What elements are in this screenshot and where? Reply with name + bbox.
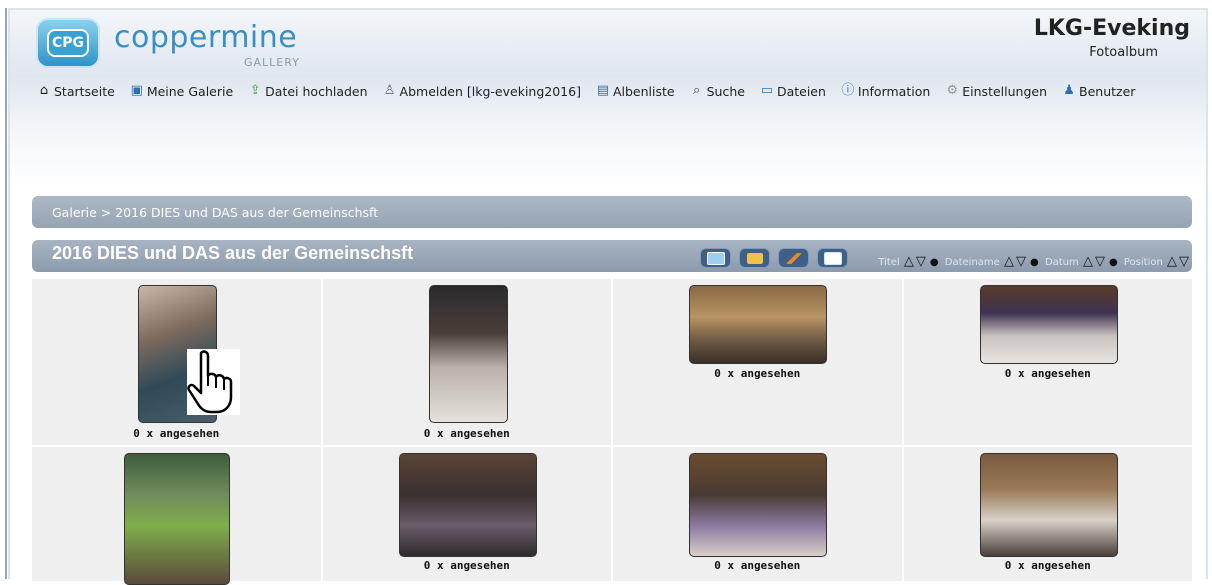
nav-item-suche[interactable]: ⌕ Suche	[689, 83, 745, 99]
nav-label: Abmelden [lkg-eveking2016]	[399, 83, 581, 99]
sort-filename-label: Dateiname	[944, 257, 1000, 268]
thumbnail-cell: 0 x angesehen	[322, 447, 611, 581]
hand-pointer-icon	[187, 350, 233, 414]
site-title: LKG-Eveking	[1033, 16, 1190, 41]
info-icon: ⓘ	[841, 83, 855, 98]
sort-position-desc-icon[interactable]: ▽	[1179, 254, 1189, 269]
nav-label: Startseite	[54, 83, 115, 99]
view-count: 0 x angesehen	[133, 427, 220, 440]
nav-item-benutzer[interactable]: ♟ Benutzer	[1061, 83, 1135, 99]
site-subtitle: Fotoalbum	[1089, 45, 1158, 60]
thumbnail-image[interactable]	[428, 285, 508, 423]
album-list-icon: ▤	[596, 83, 610, 98]
logout-icon: ♙	[383, 83, 396, 98]
page-border	[5, 8, 7, 579]
nav-item-information[interactable]: ⓘ Information	[840, 83, 930, 99]
nav-label: Suche	[706, 83, 745, 99]
sort-title-label: Titel	[878, 257, 900, 268]
sort-date-desc-icon[interactable]: ▽	[1095, 254, 1105, 269]
windows-icon	[823, 251, 842, 265]
separator-dot: ●	[929, 257, 939, 268]
thumbnail-view-button[interactable]	[739, 248, 770, 268]
thumbnail-cell: 0 x angesehen	[613, 279, 902, 445]
thumbnail-cell: 0 x angesehen	[613, 447, 902, 581]
thumbnail-cell: 0 x angesehen	[32, 279, 321, 445]
separator-dot: ●	[1108, 257, 1118, 268]
nav-label: Datei hochladen	[265, 83, 368, 99]
nav-label: Benutzer	[1079, 83, 1136, 99]
sort-controls: Titel △ ▽ ● Dateiname △ ▽ ● Datum △ ▽ ● Positi…	[878, 254, 1190, 269]
main-nav: ⌂ Startseite ▣ Meine Galerie ⇪ Datei hoc…	[36, 83, 1136, 99]
thumbnail-cell	[32, 447, 321, 585]
nav-label: Dateien	[776, 83, 826, 99]
edit-button[interactable]	[778, 248, 809, 268]
sort-date-asc-icon[interactable]: △	[1083, 254, 1093, 269]
nav-item-datei-hochladen[interactable]: ⇪ Datei hochladen	[247, 83, 368, 99]
sort-date-label: Datum	[1044, 257, 1079, 268]
sort-position-asc-icon[interactable]: △	[1167, 254, 1177, 269]
sort-title-desc-icon[interactable]: ▽	[916, 254, 926, 269]
thumbnail-image[interactable]	[398, 453, 537, 557]
upload-icon: ⇪	[249, 83, 261, 98]
breadcrumb: Galerie > 2016 DIES und DAS aus der Geme…	[32, 196, 1192, 228]
thumbnail-image[interactable]	[979, 285, 1118, 364]
sort-filename-asc-icon[interactable]: △	[1004, 254, 1014, 269]
view-mode-buttons	[700, 248, 848, 268]
nav-label: Meine Galerie	[146, 83, 234, 99]
nav-label: Information	[857, 83, 931, 99]
logo-badge-text: CPG	[47, 29, 89, 57]
nav-item-abmelden[interactable]: ♙ Abmelden [lkg-eveking2016]	[382, 83, 581, 99]
view-count: 0 x angesehen	[1004, 367, 1091, 380]
nav-label: Albenliste	[612, 83, 675, 99]
logo-badge[interactable]: CPG	[36, 18, 100, 68]
separator-dot: ●	[1030, 257, 1039, 268]
user-icon: ♟	[1063, 83, 1075, 98]
slideshow-icon	[706, 251, 725, 265]
nav-item-dateien[interactable]: ▭ Dateien	[759, 83, 826, 99]
thumbnail-image[interactable]	[689, 453, 827, 557]
mouse-cursor	[187, 349, 240, 415]
view-count: 0 x angesehen	[714, 367, 801, 380]
view-count: 0 x angesehen	[423, 559, 510, 572]
breadcrumb-text[interactable]: Galerie > 2016 DIES und DAS aus der Geme…	[52, 205, 378, 220]
thumbnail-image[interactable]	[124, 453, 230, 585]
view-count: 0 x angesehen	[714, 559, 801, 572]
home-icon: ⌂	[39, 83, 49, 98]
thumbnail-cell: 0 x angesehen	[322, 279, 611, 445]
album-title: 2016 DIES und DAS aus der Gemeinschsft	[52, 243, 414, 263]
files-icon: ▭	[760, 83, 774, 98]
thumbnail-cell: 0 x angesehen	[903, 279, 1192, 445]
logo-wordmark[interactable]: coppermine	[114, 20, 297, 55]
view-count: 0 x angesehen	[423, 427, 510, 440]
thumbnail-cell: 0 x angesehen	[903, 447, 1192, 581]
sort-filename-desc-icon[interactable]: ▽	[1016, 254, 1026, 269]
my-gallery-icon: ▣	[130, 83, 143, 98]
album-header-bar: 2016 DIES und DAS aus der Gemeinschsft T…	[32, 240, 1192, 272]
slideshow-button[interactable]	[700, 248, 731, 268]
thumbnail-grid: 0 x angesehen 0 x angesehen 0 x angesehe…	[32, 279, 1192, 585]
nav-item-startseite[interactable]: ⌂ Startseite	[36, 83, 115, 99]
manage-button[interactable]	[817, 248, 848, 268]
search-icon: ⌕	[692, 83, 701, 98]
view-count: 0 x angesehen	[1004, 559, 1091, 572]
nav-item-meine-galerie[interactable]: ▣ Meine Galerie	[129, 83, 234, 99]
nav-label: Einstellungen	[962, 83, 1048, 99]
thumbnail-image[interactable]	[979, 453, 1118, 557]
settings-icon: ⚙	[946, 83, 959, 98]
grid-icon	[746, 252, 763, 264]
logo-subtitle: GALLERY	[244, 56, 300, 69]
sort-title-asc-icon[interactable]: △	[904, 254, 914, 269]
pencil-icon	[785, 252, 802, 264]
nav-item-albenliste[interactable]: ▤ Albenliste	[595, 83, 675, 99]
thumbnail-image[interactable]	[689, 285, 827, 364]
nav-item-einstellungen[interactable]: ⚙ Einstellungen	[944, 83, 1047, 99]
sort-position-label: Position	[1123, 257, 1163, 268]
